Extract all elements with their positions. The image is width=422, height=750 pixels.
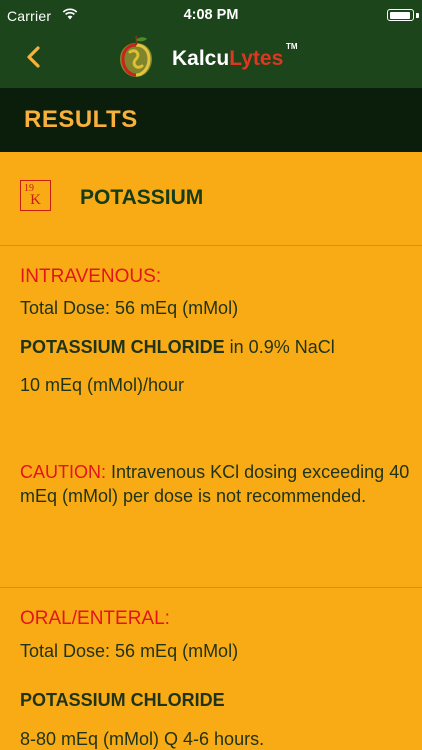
- oral-heading: ORAL/ENTERAL:: [20, 608, 170, 629]
- divider: [0, 245, 422, 246]
- chevron-left-icon: [27, 46, 40, 68]
- logo-icon: [120, 35, 152, 77]
- logo-text-part2: Lytes: [229, 47, 284, 70]
- iv-drug-line: POTASSIUM CHLORIDE in 0.9% NaCl: [20, 337, 335, 358]
- iv-total-dose: Total Dose: 56 mEq (mMol): [20, 298, 239, 318]
- oral-total-dose: Total Dose: 56 mEq (mMol): [20, 641, 239, 661]
- logo-text: KalcuLytes: [172, 47, 283, 71]
- intravenous-heading: INTRAVENOUS:: [20, 266, 162, 287]
- iv-rate: 10 mEq (mMol)/hour: [20, 375, 185, 395]
- divider: [0, 587, 422, 588]
- page-title: RESULTS: [24, 106, 138, 133]
- oral-dosing: 8-80 mEq (mMol) Q 4-6 hours.: [20, 729, 265, 749]
- iv-drug-suffix: in 0.9% NaCl: [224, 337, 335, 357]
- caution-note: CAUTION: Intravenous KCl dosing exceedin…: [20, 460, 410, 508]
- element-name: POTASSIUM: [80, 186, 204, 209]
- clock: 4:08 PM: [183, 7, 239, 23]
- trademark-mark: TM: [286, 42, 298, 51]
- header: Carrier 4:08 PM KalcuLytes TM: [0, 0, 422, 88]
- element-symbol: K: [30, 192, 41, 208]
- oral-drug-name: POTASSIUM CHLORIDE: [20, 690, 225, 710]
- battery-tip: [416, 13, 419, 18]
- element-tile-icon: 19 K: [20, 180, 51, 211]
- back-button[interactable]: [20, 42, 50, 72]
- status-bar: Carrier 4:08 PM: [0, 0, 422, 32]
- battery-icon: [387, 9, 414, 21]
- iv-drug-name: POTASSIUM CHLORIDE: [20, 337, 225, 357]
- logo-text-part1: Kalcu: [172, 47, 230, 70]
- caution-label: CAUTION:: [20, 462, 107, 482]
- app-logo: KalcuLytes TM: [112, 34, 312, 82]
